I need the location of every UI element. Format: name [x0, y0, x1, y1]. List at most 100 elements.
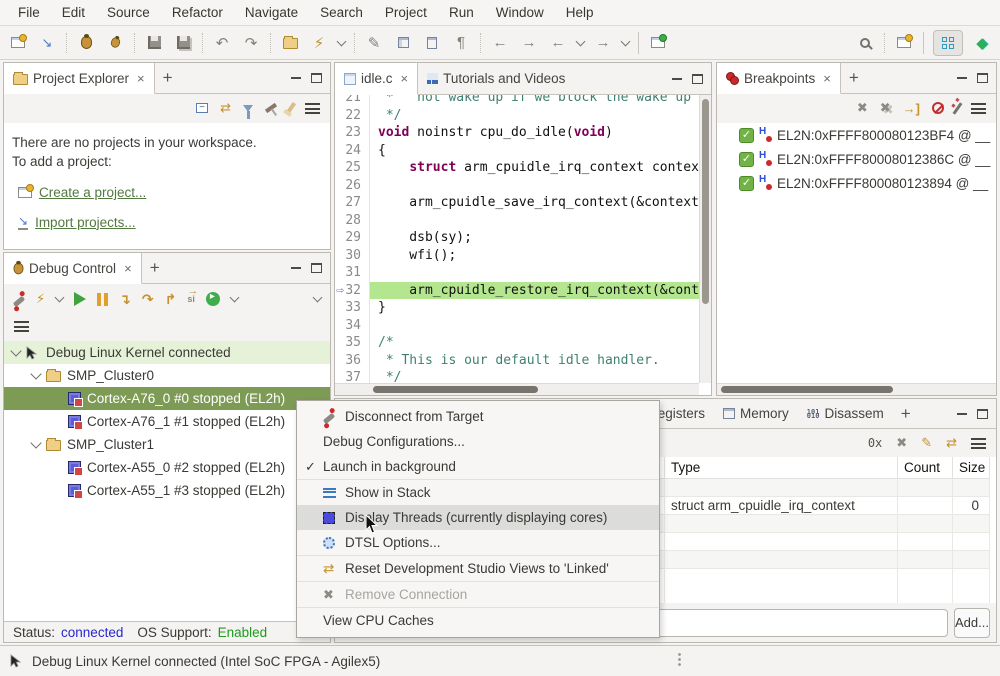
- show-source-icon[interactable]: [422, 33, 442, 53]
- interrupt-icon[interactable]: [97, 293, 108, 306]
- breakpoint-enabled-checkbox[interactable]: ✓: [739, 176, 754, 191]
- breakpoint-row[interactable]: ✓EL2N:0xFFFF80008012386C @ __: [717, 147, 996, 171]
- flash-device-icon[interactable]: ⚡: [309, 33, 329, 53]
- attach-debugger-icon[interactable]: [105, 33, 125, 53]
- breakpoint-enabled-checkbox[interactable]: ✓: [739, 128, 754, 143]
- toolbar-overflow-icon[interactable]: [313, 293, 323, 303]
- editor-horizontal-scrollbar[interactable]: [335, 383, 699, 395]
- back-dropdown-icon[interactable]: [576, 36, 586, 46]
- debug-tree-row-cortex-a76-1-1-stopped-el2h-[interactable]: Cortex-A76_1 #1 stopped (EL2h): [4, 410, 330, 433]
- breakpoints-view-menu-icon[interactable]: [971, 103, 986, 114]
- tab-tutorials-and-videos[interactable]: Tutorials and Videos: [418, 63, 574, 94]
- create-project-link[interactable]: Create a project...: [39, 185, 146, 200]
- tab-debug-control[interactable]: Debug Control ×: [4, 253, 142, 284]
- step-into-icon[interactable]: ↴: [119, 291, 131, 308]
- tab-disassem[interactable]: 101010Disassem: [798, 399, 893, 428]
- run-dropdown-icon[interactable]: [229, 293, 239, 303]
- edit-expression-icon[interactable]: ✎: [921, 435, 932, 451]
- menubar-item-project[interactable]: Project: [375, 2, 437, 23]
- maximize-icon[interactable]: [692, 74, 703, 84]
- tab-idle-c[interactable]: idle.c×: [335, 63, 418, 95]
- expand-chevron-icon[interactable]: [30, 368, 41, 379]
- save-icon[interactable]: [144, 33, 164, 53]
- edit-pen-icon[interactable]: ✎: [364, 33, 384, 53]
- debug-tree-row-smp-cluster1[interactable]: SMP_Cluster1: [4, 433, 330, 456]
- undo-icon[interactable]: ↶: [212, 33, 232, 53]
- tab-project-explorer[interactable]: Project Explorer ×: [4, 63, 155, 94]
- menu-item-dtsl-options-[interactable]: DTSL Options...: [297, 530, 659, 555]
- forward-icon[interactable]: →: [593, 33, 613, 53]
- remove-breakpoint-icon[interactable]: ✖: [857, 100, 868, 116]
- maximize-icon[interactable]: [311, 73, 322, 83]
- menu-item-debug-configurations-[interactable]: Debug Configurations...: [297, 429, 659, 454]
- flash-dropdown-icon[interactable]: [337, 36, 347, 46]
- maximize-icon[interactable]: [977, 73, 988, 83]
- debug-tree-row-cortex-a55-1-3-stopped-el2h-[interactable]: Cortex-A55_1 #3 stopped (EL2h): [4, 479, 330, 502]
- back-history-icon[interactable]: ←: [490, 33, 510, 53]
- menu-item-display-threads-currently-disp[interactable]: Display Threads (currently displaying co…: [297, 505, 659, 530]
- menu-item-remove-connection[interactable]: ✖Remove Connection: [297, 582, 659, 607]
- minimize-icon[interactable]: [957, 413, 967, 421]
- statusbar-sash-handle[interactable]: [678, 652, 681, 668]
- minimize-icon[interactable]: [291, 267, 301, 275]
- expand-chevron-icon[interactable]: [30, 437, 41, 448]
- add-view-button[interactable]: +: [142, 253, 168, 283]
- breakpoint-settings-icon[interactable]: [953, 102, 963, 114]
- add-button[interactable]: Add...: [954, 608, 990, 638]
- add-view-button[interactable]: +: [841, 63, 867, 93]
- refresh-icon[interactable]: ⇄: [946, 435, 957, 451]
- disconnect-icon[interactable]: [13, 295, 25, 307]
- collapse-all-icon[interactable]: −: [196, 103, 208, 113]
- menu-item-launch-in-background[interactable]: ✓Launch in background: [297, 454, 659, 479]
- save-all-icon[interactable]: [173, 33, 193, 53]
- debug-tree-row-smp-cluster0[interactable]: SMP_Cluster0: [4, 364, 330, 387]
- remove-all-breakpoints-icon[interactable]: ✖: [880, 100, 891, 116]
- tab-memory[interactable]: Memory: [714, 399, 798, 428]
- connect-dropdown-icon[interactable]: [55, 293, 65, 303]
- editor-vertical-scrollbar[interactable]: [699, 95, 711, 383]
- forward-history-icon[interactable]: →: [519, 33, 539, 53]
- menubar-item-source[interactable]: Source: [97, 2, 160, 23]
- goto-file-icon[interactable]: →]: [903, 101, 920, 116]
- close-icon[interactable]: ×: [137, 71, 145, 86]
- column-header-Size[interactable]: Size: [953, 457, 990, 478]
- filter-icon[interactable]: [243, 105, 253, 112]
- column-header-Type[interactable]: Type: [665, 457, 898, 478]
- breakpoints-horizontal-scrollbar[interactable]: [717, 383, 996, 395]
- perspective-develop-button[interactable]: [933, 30, 963, 56]
- minimize-icon[interactable]: [291, 77, 301, 85]
- clean-icon[interactable]: [286, 102, 296, 114]
- link-editor-icon[interactable]: ⇄: [220, 100, 231, 116]
- import-icon[interactable]: ↘: [37, 33, 57, 53]
- hex-format-toggle[interactable]: 0x: [868, 436, 882, 450]
- tab-breakpoints[interactable]: Breakpoints ×: [717, 63, 841, 94]
- column-header-Count[interactable]: Count: [898, 457, 953, 478]
- debug-config-icon[interactable]: [76, 33, 96, 53]
- menubar-item-run[interactable]: Run: [439, 2, 484, 23]
- menubar-item-search[interactable]: Search: [310, 2, 373, 23]
- panel-view-menu-icon[interactable]: [971, 438, 986, 449]
- menubar-item-edit[interactable]: Edit: [52, 2, 95, 23]
- continue-icon[interactable]: [74, 292, 86, 306]
- menubar-item-refactor[interactable]: Refactor: [162, 2, 233, 23]
- import-projects-link[interactable]: Import projects...: [35, 215, 136, 230]
- view-menu-icon[interactable]: [305, 103, 320, 114]
- breakpoint-row[interactable]: ✓EL2N:0xFFFF800080123BF4 @ __: [717, 123, 996, 147]
- menubar-item-file[interactable]: File: [8, 2, 50, 23]
- open-perspective-icon[interactable]: [894, 33, 914, 53]
- search-icon[interactable]: [855, 33, 875, 53]
- skip-all-breakpoints-icon[interactable]: [932, 102, 944, 114]
- code-editor[interactable]: 21 * not wake up if we block the wake up…: [335, 95, 711, 387]
- stepping-mode-icon[interactable]: si: [187, 294, 195, 304]
- minimize-icon[interactable]: [672, 78, 682, 86]
- new-wizard-icon[interactable]: [8, 33, 28, 53]
- show-whitespace-icon[interactable]: ¶: [451, 33, 471, 53]
- debug-tree-row-cortex-a55-0-2-stopped-el2h-[interactable]: Cortex-A55_0 #2 stopped (EL2h): [4, 456, 330, 479]
- expand-chevron-icon[interactable]: [10, 345, 21, 356]
- debug-tree-row-debug-linux-kernel-connected[interactable]: Debug Linux Kernel connected: [4, 341, 330, 364]
- pin-editor-icon[interactable]: [648, 33, 668, 53]
- connect-icon[interactable]: ⚡: [36, 291, 45, 307]
- remove-icon[interactable]: ✖: [896, 435, 907, 451]
- breakpoint-row[interactable]: ✓EL2N:0xFFFF800080123894 @ __: [717, 171, 996, 195]
- menubar-item-navigate[interactable]: Navigate: [235, 2, 308, 23]
